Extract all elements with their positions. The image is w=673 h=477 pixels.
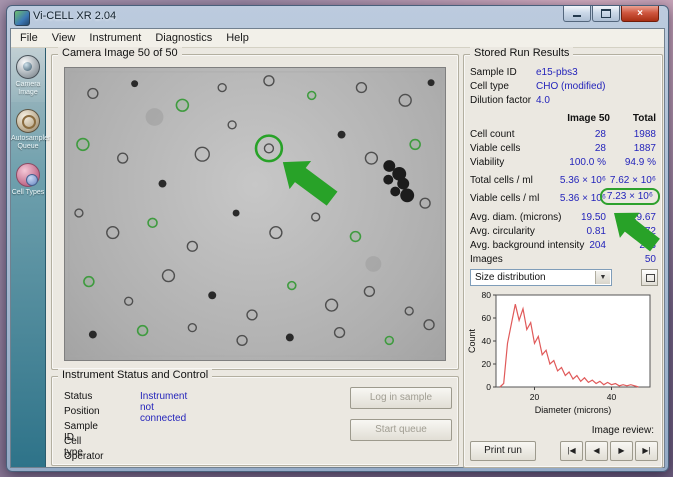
column-header-total: Total (633, 113, 656, 124)
minimize-icon (573, 15, 581, 17)
menu-help[interactable]: Help (219, 31, 256, 45)
first-icon: |◀ (567, 446, 575, 455)
app-window: Vi-CELL XR 2.04 × File View Instrument D… (6, 5, 669, 472)
sidebar-item-camera-image[interactable]: Camera Image (11, 48, 45, 102)
minimize-button[interactable] (563, 6, 591, 22)
sidebar: Camera Image Autosampler Queue Cell Type… (11, 48, 46, 467)
column-header-image: Image 50 (567, 113, 610, 124)
size-distribution-chart: 0 20 40 60 80 20 40 Count Diameter (microns) (466, 291, 656, 419)
title-bar[interactable]: Vi-CELL XR 2.04 × (7, 6, 668, 28)
results-panel-title: Stored Run Results (470, 47, 573, 59)
svg-text:60: 60 (482, 313, 492, 323)
cell-type-value: CHO (modified) (536, 81, 605, 92)
stored-run-results-panel: Stored Run Results Sample IDe15-pbs3 Cel… (463, 54, 663, 468)
sample-id-value: e15-pbs3 (536, 67, 578, 78)
svg-text:40: 40 (607, 392, 617, 402)
menu-file[interactable]: File (13, 31, 45, 45)
svg-text:20: 20 (482, 359, 492, 369)
result-row: Cell count281988 (464, 129, 662, 143)
autosampler-icon (16, 109, 40, 133)
cell-cluster (383, 160, 414, 202)
image-review-label: Image review: (592, 425, 654, 436)
start-queue-button[interactable]: Start queue (350, 419, 452, 441)
position-label: Position (64, 406, 100, 417)
results-annotation-arrow (580, 207, 660, 279)
cell-types-icon (16, 163, 40, 187)
sidebar-item-label: Cell Types (11, 189, 45, 197)
result-row: Viable cells281887 (464, 143, 662, 157)
x-axis-label: Diameter (microns) (535, 405, 612, 415)
cell-image-canvas (65, 68, 445, 360)
svg-text:40: 40 (482, 336, 492, 346)
status-label: Status (64, 391, 92, 402)
print-run-button[interactable]: Print run (470, 441, 536, 461)
result-row: Viability100.0 %94.9 % (464, 157, 662, 171)
menu-instrument[interactable]: Instrument (82, 31, 148, 45)
image-review-controls: |◀ ◀ ▶ ▶| (560, 441, 658, 461)
camera-image[interactable] (64, 67, 446, 361)
annotation-circle (256, 136, 282, 161)
previous-image-button[interactable]: ◀ (585, 441, 608, 461)
window-body: File View Instrument Diagnostics Help Ca… (10, 28, 665, 468)
results-column-headers: Image 50 Total (464, 113, 662, 127)
operator-label: Operator (64, 451, 103, 462)
camera-panel-title: Camera Image 50 of 50 (58, 47, 182, 59)
next-image-button[interactable]: ▶ (610, 441, 633, 461)
menu-view[interactable]: View (45, 31, 83, 45)
camera-image-panel: Camera Image 50 of 50 (51, 54, 459, 370)
sidebar-item-cell-types[interactable]: Cell Types (11, 156, 45, 202)
sidebar-item-label: Camera Image (11, 81, 45, 97)
main-content: Camera Image 50 of 50 (45, 48, 664, 467)
status-value: Instrument not connected (140, 391, 187, 424)
sidebar-item-autosampler-queue[interactable]: Autosampler Queue (11, 102, 45, 156)
result-row-highlighted: Viable cells / ml5.36 × 10⁶7.23 × 10⁶ (464, 193, 662, 207)
maximize-button[interactable] (592, 6, 620, 22)
log-in-sample-button[interactable]: Log in sample (350, 387, 452, 409)
result-row: Total cells / ml5.36 × 10⁶7.62 × 10⁶ (464, 175, 662, 189)
menu-bar: File View Instrument Diagnostics Help (11, 29, 664, 48)
window-title: Vi-CELL XR 2.04 (33, 10, 116, 22)
svg-text:80: 80 (482, 291, 492, 300)
annotation-arrow (272, 148, 343, 213)
next-icon: ▶ (618, 446, 624, 455)
close-icon: × (637, 9, 643, 19)
y-axis-label: Count (467, 329, 477, 354)
sidebar-item-label: Autosampler Queue (11, 135, 45, 151)
camera-icon (16, 55, 40, 79)
app-icon (14, 10, 30, 26)
maximize-icon (601, 9, 611, 18)
instrument-status-panel: Instrument Status and Control StatusInst… (51, 376, 459, 466)
dropdown-selected-value: Size distribution (475, 272, 546, 283)
last-icon: ▶| (642, 446, 650, 455)
previous-icon: ◀ (593, 446, 599, 455)
instrument-panel-title: Instrument Status and Control (58, 369, 212, 381)
highlighted-value: 7.23 × 10⁶ (600, 188, 660, 205)
svg-text:0: 0 (486, 382, 491, 392)
first-image-button[interactable]: |◀ (560, 441, 583, 461)
close-button[interactable]: × (621, 6, 659, 22)
menu-diagnostics[interactable]: Diagnostics (148, 31, 219, 45)
svg-text:20: 20 (530, 392, 540, 402)
last-image-button[interactable]: ▶| (635, 441, 658, 461)
dilution-factor-value: 4.0 (536, 95, 550, 106)
